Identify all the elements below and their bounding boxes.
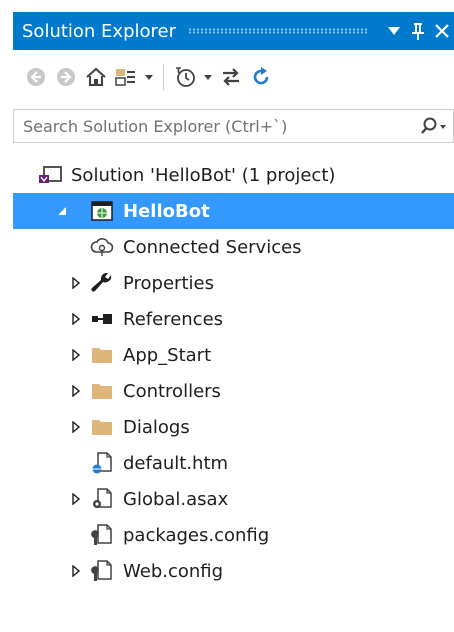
title-bar[interactable]: Solution Explorer	[13, 12, 454, 50]
clock-icon	[176, 67, 195, 87]
home-icon	[86, 67, 106, 86]
chevron-down-icon	[145, 74, 153, 80]
tree-item-project[interactable]: HelloBot	[13, 193, 454, 229]
close-icon	[435, 24, 449, 38]
sync-with-active-document-button[interactable]	[216, 62, 246, 92]
html-file-icon	[89, 451, 115, 475]
folder-icon	[89, 415, 115, 439]
panel-title: Solution Explorer	[22, 20, 176, 42]
tree-item-packages-config[interactable]: packages.config	[13, 517, 454, 553]
pending-changes-filter-button[interactable]	[170, 62, 200, 92]
tree-item-label: Solution 'HelloBot' (1 project)	[71, 164, 336, 186]
tree-item-web-config[interactable]: Web.config	[13, 553, 454, 589]
tree-item-app-start[interactable]: App_Start	[13, 337, 454, 373]
tree-item-label: Properties	[123, 272, 214, 294]
solution-icon	[37, 163, 63, 187]
collapsed-arrow-icon[interactable]	[67, 493, 85, 505]
config-file-icon	[89, 523, 115, 547]
refresh-icon	[253, 67, 269, 85]
search-input[interactable]	[14, 110, 413, 142]
connected-services-icon	[89, 235, 115, 259]
forward-button[interactable]	[51, 62, 81, 92]
config-file-icon	[89, 559, 115, 583]
search-box	[13, 109, 454, 143]
tree-item-solution[interactable]: Solution 'HelloBot' (1 project)	[13, 157, 454, 193]
dropdown-menu-button[interactable]	[382, 27, 406, 35]
tree-item-connected-services[interactable]: Connected Services	[13, 229, 454, 265]
refresh-button[interactable]	[246, 62, 276, 92]
tree-item-label: Connected Services	[123, 236, 302, 258]
solution-tree: Solution 'HelloBot' (1 project) HelloBot…	[13, 157, 454, 589]
tree-item-label: Global.asax	[123, 488, 229, 510]
collapsed-arrow-icon[interactable]	[67, 565, 85, 577]
asax-file-icon	[89, 487, 115, 511]
wrench-icon	[89, 271, 115, 295]
toolbar-separator	[163, 64, 164, 90]
pin-button[interactable]	[406, 22, 430, 40]
sync-arrows-icon	[223, 68, 239, 86]
tree-item-global-asax[interactable]: Global.asax	[13, 481, 454, 517]
tree-item-controllers[interactable]: Controllers	[13, 373, 454, 409]
tree-item-default-htm[interactable]: default.htm	[13, 445, 454, 481]
switch-views-icon	[115, 69, 135, 86]
tree-item-label: Controllers	[123, 380, 221, 402]
home-button[interactable]	[81, 62, 111, 92]
triangle-down-icon	[388, 27, 400, 35]
tree-item-references[interactable]: References	[13, 301, 454, 337]
tree-item-label: Web.config	[123, 560, 224, 582]
tree-item-label: default.htm	[123, 452, 229, 474]
references-icon	[89, 307, 115, 331]
tree-item-properties[interactable]: Properties	[13, 265, 454, 301]
tree-item-label: packages.config	[123, 524, 270, 546]
switch-views-dropdown[interactable]	[141, 62, 157, 92]
collapsed-arrow-icon[interactable]	[67, 277, 85, 289]
drag-grip[interactable]	[188, 28, 368, 34]
collapsed-arrow-icon[interactable]	[67, 313, 85, 325]
pending-changes-dropdown[interactable]	[200, 62, 216, 92]
toolbar	[13, 56, 454, 98]
tree-item-label: Dialogs	[123, 416, 190, 438]
web-project-icon	[89, 199, 115, 223]
chevron-down-icon	[204, 74, 212, 80]
close-button[interactable]	[430, 24, 454, 38]
folder-icon	[89, 343, 115, 367]
expanded-arrow-icon[interactable]	[53, 206, 71, 216]
tree-item-label: HelloBot	[123, 200, 210, 222]
folder-icon	[89, 379, 115, 403]
tree-item-label: References	[123, 308, 224, 330]
tree-item-dialogs[interactable]: Dialogs	[13, 409, 454, 445]
search-icon	[421, 117, 446, 134]
search-options-button[interactable]	[413, 117, 453, 135]
collapsed-arrow-icon[interactable]	[67, 385, 85, 397]
switch-views-button[interactable]	[111, 62, 141, 92]
collapsed-arrow-icon[interactable]	[67, 349, 85, 361]
tree-item-label: App_Start	[123, 344, 212, 366]
pin-icon	[412, 23, 424, 40]
back-button[interactable]	[21, 62, 51, 92]
solution-explorer-panel: Solution Explorer Search Solution Explor…	[13, 12, 454, 632]
collapsed-arrow-icon[interactable]	[67, 421, 85, 433]
forward-arrow-icon	[57, 68, 75, 86]
back-arrow-icon	[27, 68, 45, 86]
